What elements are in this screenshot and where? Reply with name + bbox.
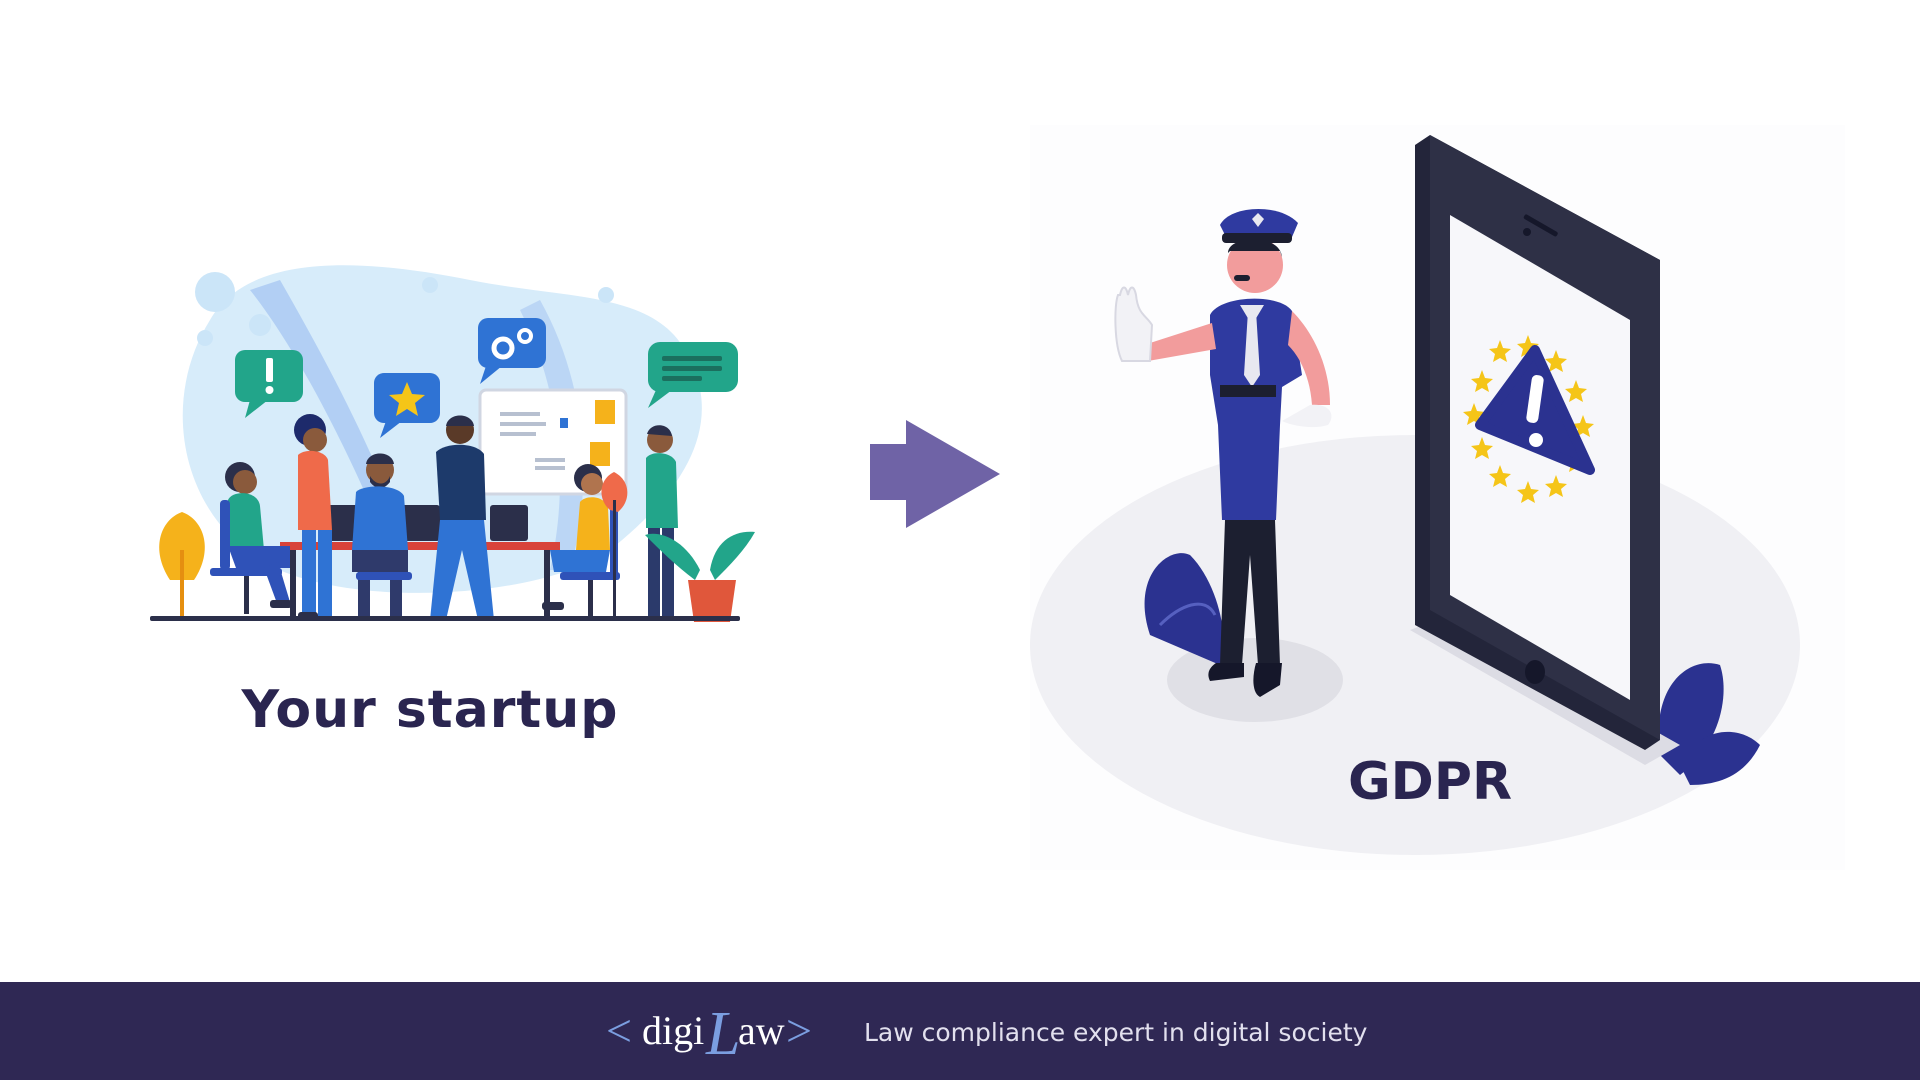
- slide: Your startup GDPR < digi L aw > Law comp…: [0, 0, 1920, 1080]
- startup-team-illustration: [150, 265, 755, 622]
- logo-l-mark: L: [705, 1000, 740, 1068]
- footer-tagline: Law compliance expert in digital society: [864, 1018, 1368, 1047]
- logo-aw-text: aw: [738, 1008, 785, 1053]
- gdpr-caption: GDPR: [1348, 752, 1512, 812]
- logo-open-bracket: <: [606, 1005, 632, 1056]
- footer-bar: < digi L aw > Law compliance expert in d…: [0, 982, 1920, 1080]
- startup-caption: Your startup: [241, 680, 619, 740]
- logo-digi-text: digi: [642, 1008, 704, 1053]
- right-arrow-icon: [870, 420, 1000, 528]
- logo-close-bracket: >: [786, 1005, 812, 1056]
- digilaw-logo[interactable]: < digi L aw >: [606, 996, 822, 1068]
